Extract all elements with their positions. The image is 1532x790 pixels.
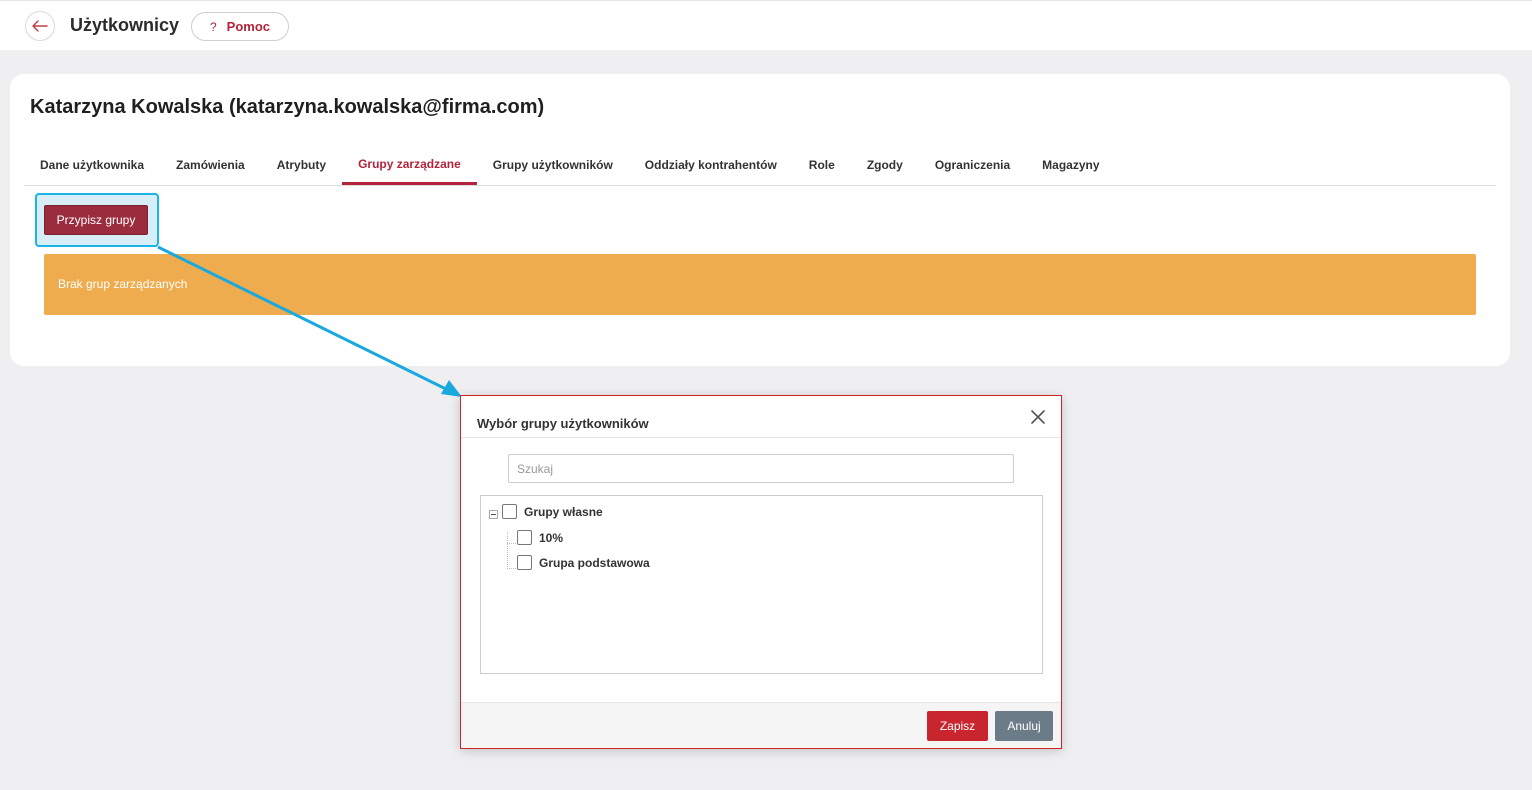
tree-node-label: Grupa podstawowa (539, 555, 650, 570)
tree-line (507, 532, 508, 569)
cancel-button[interactable]: Anuluj (995, 711, 1053, 741)
tree-node-label: Grupy własne (524, 504, 603, 519)
group-tree: Grupy własne 10% Grupa podstawowa (480, 495, 1043, 674)
search-input[interactable] (508, 454, 1014, 483)
group-select-modal: Wybór grupy użytkowników Grupy własne 10… (460, 395, 1062, 749)
tree-node[interactable]: Grupa podstawowa (517, 555, 650, 570)
tree-node-label: 10% (539, 530, 564, 545)
modal-divider (461, 437, 1061, 438)
tree-line (507, 543, 516, 544)
modal-title: Wybór grupy użytkowników (477, 416, 649, 431)
modal-footer: Zapisz Anuluj (461, 702, 1061, 748)
checkbox[interactable] (517, 530, 532, 545)
checkbox[interactable] (502, 504, 517, 519)
close-icon[interactable] (1029, 408, 1047, 426)
save-button[interactable]: Zapisz (927, 711, 988, 741)
collapse-toggle[interactable] (489, 510, 498, 519)
tree-line (507, 568, 516, 569)
tree-node-root[interactable]: Grupy własne (502, 504, 603, 519)
checkbox[interactable] (517, 555, 532, 570)
tree-node[interactable]: 10% (517, 530, 563, 545)
